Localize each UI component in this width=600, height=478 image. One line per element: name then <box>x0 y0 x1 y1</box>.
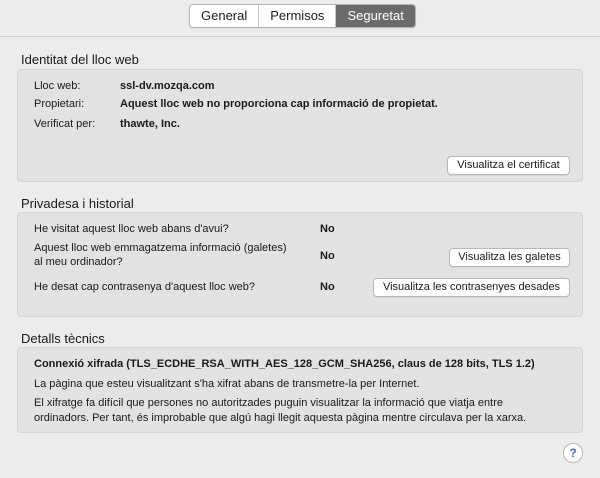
connection-details: Connexió xifrada (TLS_ECDHE_RSA_WITH_AES… <box>34 358 535 370</box>
identity-section-title: Identitat del lloc web <box>21 52 139 67</box>
question-mark-icon: ? <box>569 446 577 460</box>
website-label: Lloc web: <box>34 80 81 92</box>
tab-permissions[interactable]: Permisos <box>259 5 337 27</box>
cookies-question-line2: al meu ordinador? <box>34 256 123 268</box>
privacy-section-title: Privadesa i historial <box>21 196 134 211</box>
tab-security[interactable]: Seguretat <box>336 5 415 27</box>
identity-box: Lloc web: ssl-dv.mozqa.com Propietari: A… <box>17 69 583 182</box>
encryption-note: La pàgina que esteu visualitzant s'ha xi… <box>34 378 420 390</box>
encryption-explanation-line1: El xifratge fa difícil que persones no a… <box>34 397 503 409</box>
verified-label: Verificat per: <box>34 118 96 130</box>
passwords-question: He desat cap contrasenya d'aquest lloc w… <box>34 281 256 293</box>
help-button[interactable]: ? <box>563 443 583 463</box>
cookies-answer: No <box>320 250 335 262</box>
owner-value: Aquest lloc web no proporciona cap infor… <box>120 98 438 110</box>
privacy-box: He visitat aquest lloc web abans d'avui?… <box>17 212 583 317</box>
visited-answer: No <box>320 223 335 235</box>
verified-value: thawte, Inc. <box>120 118 180 130</box>
tab-general[interactable]: General <box>190 5 260 27</box>
view-saved-passwords-button[interactable]: Visualitza les contrasenyes desades <box>373 278 570 297</box>
view-cookies-button[interactable]: Visualitza les galetes <box>449 248 570 267</box>
tab-bar: General Permisos Seguretat <box>189 4 416 28</box>
passwords-answer: No <box>320 281 335 293</box>
technical-box: Connexió xifrada (TLS_ECDHE_RSA_WITH_AES… <box>17 347 583 433</box>
technical-section-title: Detalls tècnics <box>21 331 105 346</box>
tab-divider <box>0 36 600 37</box>
cookies-question-line1: Aquest lloc web emmagatzema informació (… <box>34 242 287 254</box>
encryption-explanation-line2: ordinadors. Per tant, és improbable que … <box>34 412 527 424</box>
website-value: ssl-dv.mozqa.com <box>120 80 215 92</box>
owner-label: Propietari: <box>34 98 85 110</box>
visited-question: He visitat aquest lloc web abans d'avui? <box>34 223 229 235</box>
view-certificate-button[interactable]: Visualitza el certificat <box>447 156 570 175</box>
